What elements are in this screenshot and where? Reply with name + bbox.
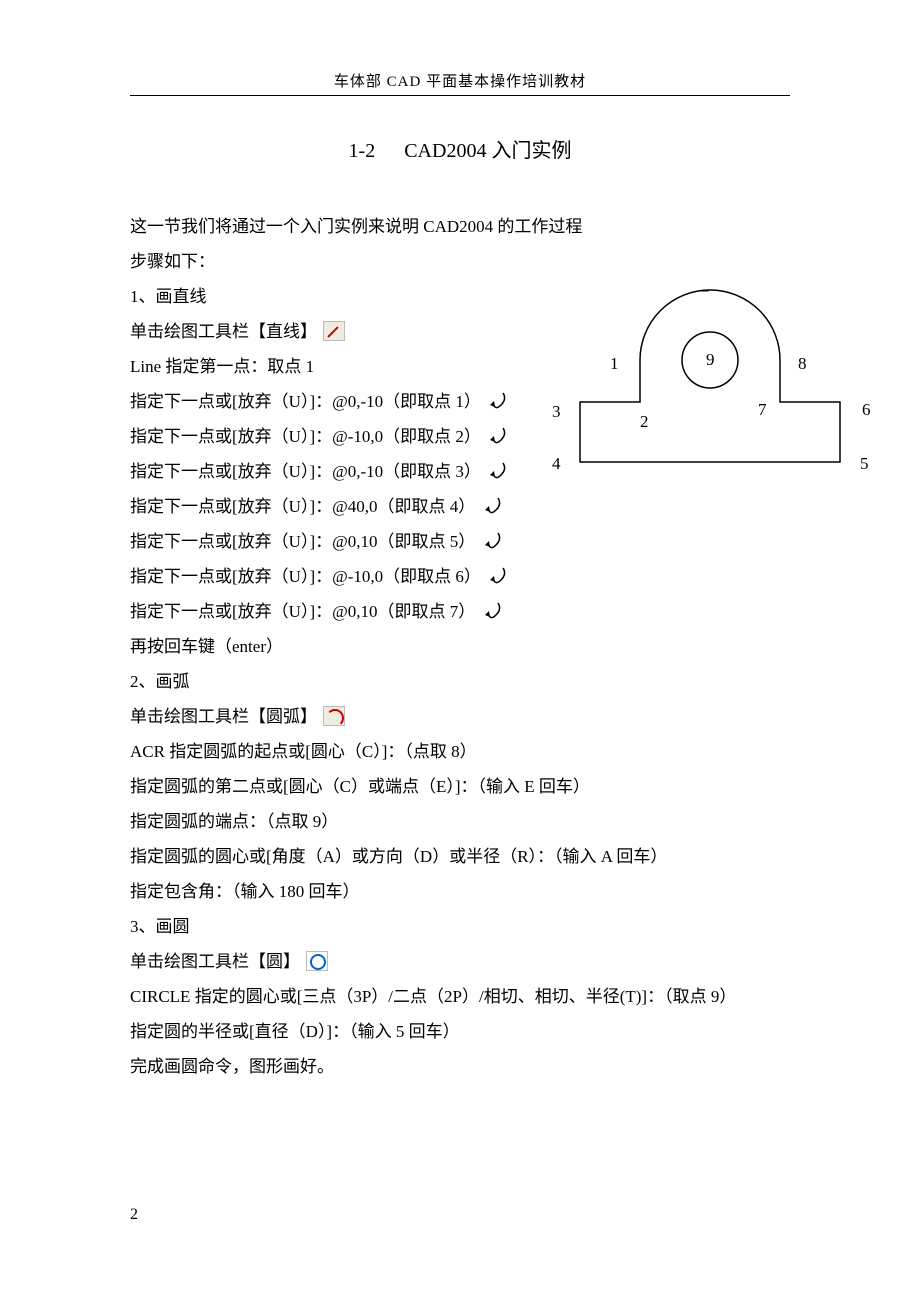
step3-toolbar-text: 单击绘图工具栏【圆】 bbox=[130, 952, 300, 971]
fig-label-8: 8 bbox=[798, 354, 807, 374]
step3-done: 完成画圆命令，图形画好。 bbox=[130, 1049, 790, 1084]
step1-cmd2-text: 指定下一点或[放弃（U）]：@0,-10（即取点 1） bbox=[130, 392, 481, 411]
enter-arrow-icon bbox=[487, 389, 509, 415]
step1-cmd4-text: 指定下一点或[放弃（U）]：@0,-10（即取点 3） bbox=[130, 462, 481, 481]
fig-label-2: 2 bbox=[640, 412, 649, 432]
step2-cmd1: ACR 指定圆弧的起点或[圆心（C）]：（点取 8） bbox=[130, 734, 790, 769]
circle-tool-icon bbox=[306, 951, 328, 971]
section-title: 1-2 CAD2004 入门实例 bbox=[130, 134, 790, 163]
step1-cmd5: 指定下一点或[放弃（U）]：@40,0（即取点 4） bbox=[130, 489, 790, 524]
step2-cmd4: 指定圆弧的圆心或[角度（A）或方向（D）或半径（R）：（输入 A 回车） bbox=[130, 839, 790, 874]
enter-arrow-icon bbox=[482, 494, 504, 520]
step2-heading: 2、画弧 bbox=[130, 664, 790, 699]
enter-arrow-icon bbox=[482, 529, 504, 555]
fig-label-4: 4 bbox=[552, 454, 561, 474]
section-title-text: CAD2004 入门实例 bbox=[404, 140, 571, 162]
cad-drawing-svg bbox=[510, 272, 890, 482]
fig-label-5: 5 bbox=[860, 454, 869, 474]
step1-cmd8-text: 指定下一点或[放弃（U）]：@0,10（即取点 7） bbox=[130, 602, 475, 621]
step1-cmd8: 指定下一点或[放弃（U）]：@0,10（即取点 7） bbox=[130, 594, 790, 629]
step1-cmd6-text: 指定下一点或[放弃（U）]：@0,10（即取点 5） bbox=[130, 532, 475, 551]
arc-tool-icon bbox=[323, 706, 345, 726]
fig-label-9: 9 bbox=[706, 350, 715, 370]
cad-figure: – 1 2 3 4 5 6 7 8 9 bbox=[510, 272, 890, 482]
step2-cmd5: 指定包含角：（输入 180 回车） bbox=[130, 874, 790, 909]
enter-arrow-icon bbox=[487, 459, 509, 485]
step1-cmd3-text: 指定下一点或[放弃（U）]：@-10,0（即取点 2） bbox=[130, 427, 481, 446]
step2-toolbar-text: 单击绘图工具栏【圆弧】 bbox=[130, 707, 317, 726]
step1-cmd5-text: 指定下一点或[放弃（U）]：@40,0（即取点 4） bbox=[130, 497, 475, 516]
line-tool-icon bbox=[323, 321, 345, 341]
fig-label-dash: – bbox=[700, 280, 709, 300]
step1-toolbar-text: 单击绘图工具栏【直线】 bbox=[130, 322, 317, 341]
enter-arrow-icon bbox=[482, 599, 504, 625]
section-number: 1-2 bbox=[349, 140, 376, 162]
enter-arrow-icon bbox=[487, 564, 509, 590]
step2-toolbar: 单击绘图工具栏【圆弧】 bbox=[130, 699, 790, 734]
header-text: 车体部 CAD 平面基本操作培训教材 bbox=[130, 70, 790, 91]
step3-toolbar: 单击绘图工具栏【圆】 bbox=[130, 944, 790, 979]
fig-label-6: 6 bbox=[862, 400, 871, 420]
step2-cmd2: 指定圆弧的第二点或[圆心（C）或端点（E）]：（输入 E 回车） bbox=[130, 769, 790, 804]
step1-enter: 再按回车键（enter） bbox=[130, 629, 790, 664]
page-number: 2 bbox=[130, 1206, 138, 1224]
header-rule bbox=[130, 95, 790, 96]
step2-cmd3: 指定圆弧的端点：（点取 9） bbox=[130, 804, 790, 839]
intro-line: 这一节我们将通过一个入门实例来说明 CAD2004 的工作过程 bbox=[130, 209, 790, 244]
fig-label-1: 1 bbox=[610, 354, 619, 374]
step1-cmd6: 指定下一点或[放弃（U）]：@0,10（即取点 5） bbox=[130, 524, 790, 559]
page-container: 车体部 CAD 平面基本操作培训教材 1-2 CAD2004 入门实例 这一节我… bbox=[0, 0, 920, 1084]
step3-heading: 3、画圆 bbox=[130, 909, 790, 944]
step1-cmd7: 指定下一点或[放弃（U）]：@-10,0（即取点 6） bbox=[130, 559, 790, 594]
step3-cmd2: 指定圆的半径或[直径（D）]：（输入 5 回车） bbox=[130, 1014, 790, 1049]
fig-label-3: 3 bbox=[552, 402, 561, 422]
fig-label-7: 7 bbox=[758, 400, 767, 420]
step1-cmd7-text: 指定下一点或[放弃（U）]：@-10,0（即取点 6） bbox=[130, 567, 481, 586]
enter-arrow-icon bbox=[487, 424, 509, 450]
step3-cmd1: CIRCLE 指定的圆心或[三点（3P）/二点（2P）/相切、相切、半径(T)]… bbox=[130, 979, 790, 1014]
